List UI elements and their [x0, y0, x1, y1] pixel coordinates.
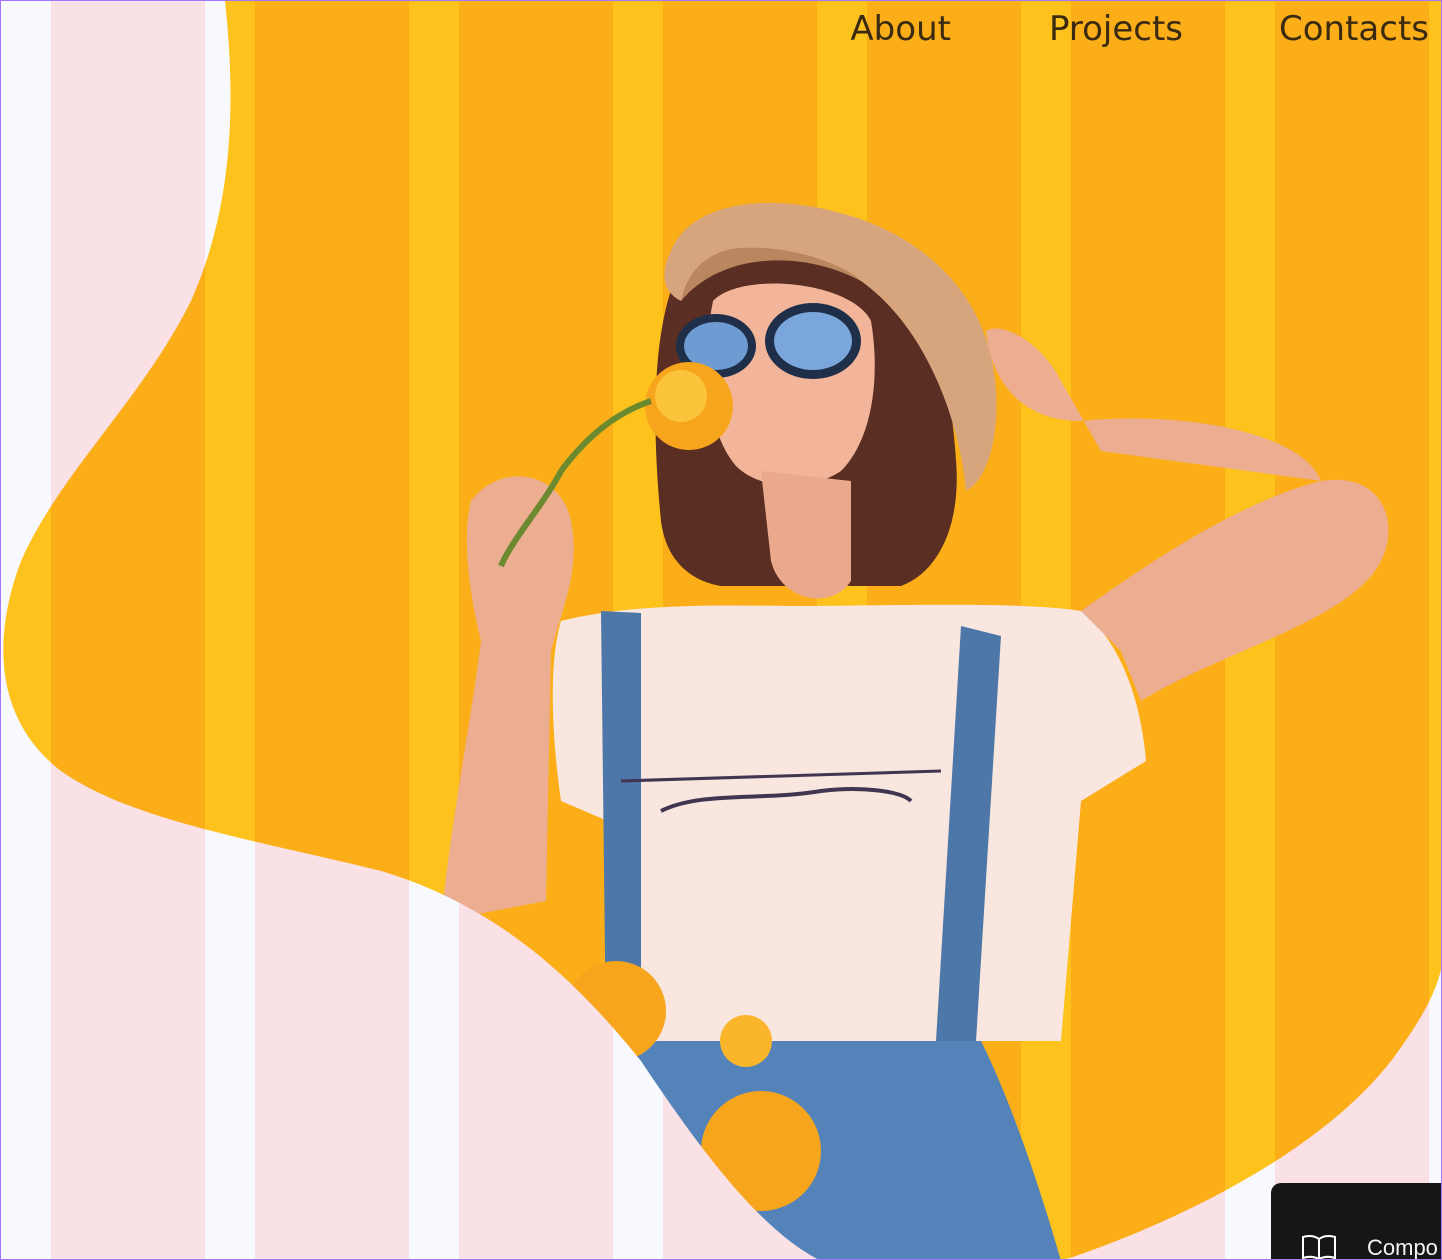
nav-link-projects[interactable]: Projects — [1049, 7, 1183, 51]
toast-label: Compo — [1367, 1235, 1438, 1260]
book-open-icon — [1302, 1234, 1336, 1259]
nav-link-about[interactable]: About — [850, 7, 951, 51]
hero-illustration — [1, 1, 1441, 1259]
top-nav: About Projects Contacts — [850, 7, 1429, 51]
nav-link-contacts[interactable]: Contacts — [1279, 7, 1429, 51]
components-toast[interactable]: Compo — [1271, 1183, 1441, 1260]
page-frame: About Projects Contacts Compo — [0, 0, 1442, 1260]
